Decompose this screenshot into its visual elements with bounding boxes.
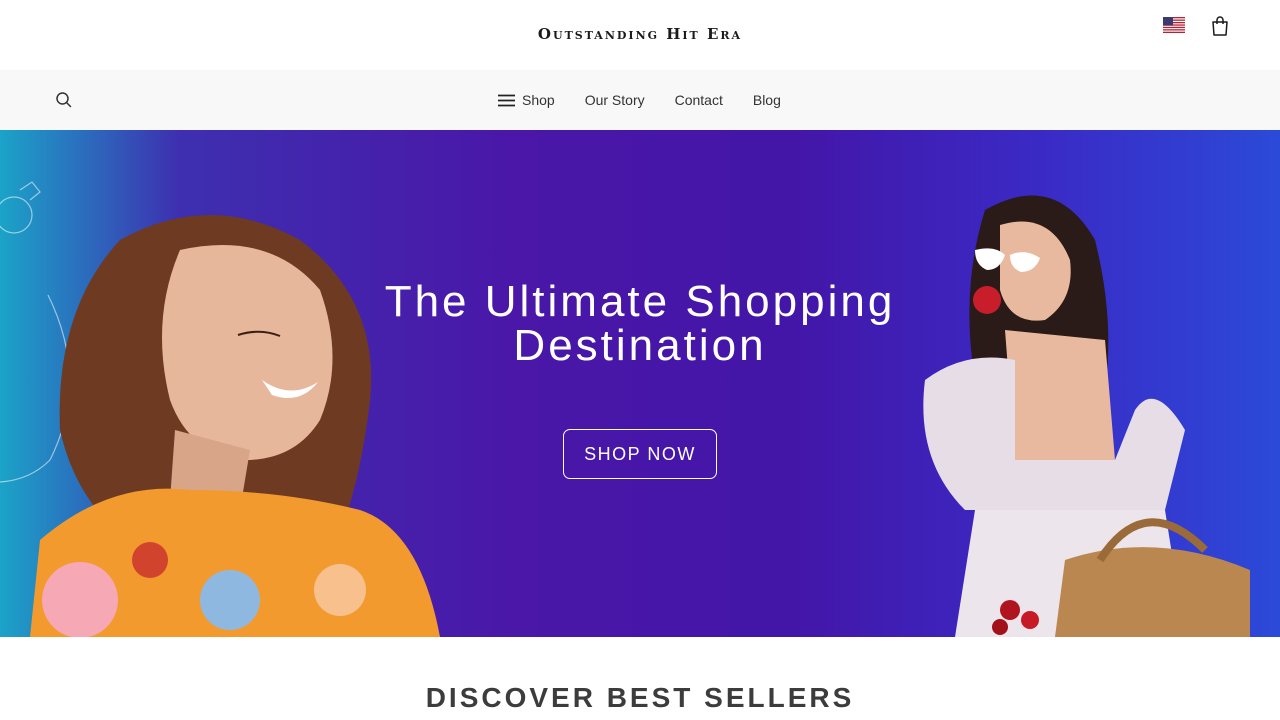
- nav-item-label: Contact: [674, 92, 723, 108]
- search-icon[interactable]: [54, 90, 74, 110]
- main-navigation: Shop Our Story Contact Blog: [0, 70, 1280, 130]
- hamburger-menu-icon[interactable]: [498, 94, 515, 107]
- brand-logo[interactable]: Outstanding Hit Era: [0, 25, 1280, 43]
- hero-banner: The Ultimate Shopping Destination SHOP N…: [0, 130, 1280, 637]
- top-header: Outstanding Hit Era: [0, 0, 1280, 70]
- nav-menu: Shop Our Story Contact Blog: [498, 70, 781, 130]
- hero-title: The Ultimate Shopping Destination: [384, 277, 896, 370]
- shop-now-button[interactable]: SHOP NOW: [563, 429, 717, 479]
- nav-item-shop[interactable]: Shop: [498, 92, 555, 108]
- nav-item-our-story[interactable]: Our Story: [585, 92, 645, 108]
- nav-item-contact[interactable]: Contact: [675, 92, 723, 108]
- hero-model-left-image: [0, 181, 440, 637]
- hero-model-right-image: [923, 195, 1250, 637]
- shopping-bag-icon[interactable]: [1210, 15, 1230, 37]
- nav-item-label: Blog: [752, 92, 781, 108]
- best-sellers-heading: DISCOVER BEST SELLERS: [425, 682, 855, 713]
- nav-item-blog[interactable]: Blog: [753, 92, 781, 108]
- nav-item-label: Shop: [522, 92, 555, 108]
- nav-item-label: Our Story: [584, 92, 645, 108]
- us-flag-icon[interactable]: [1163, 17, 1185, 33]
